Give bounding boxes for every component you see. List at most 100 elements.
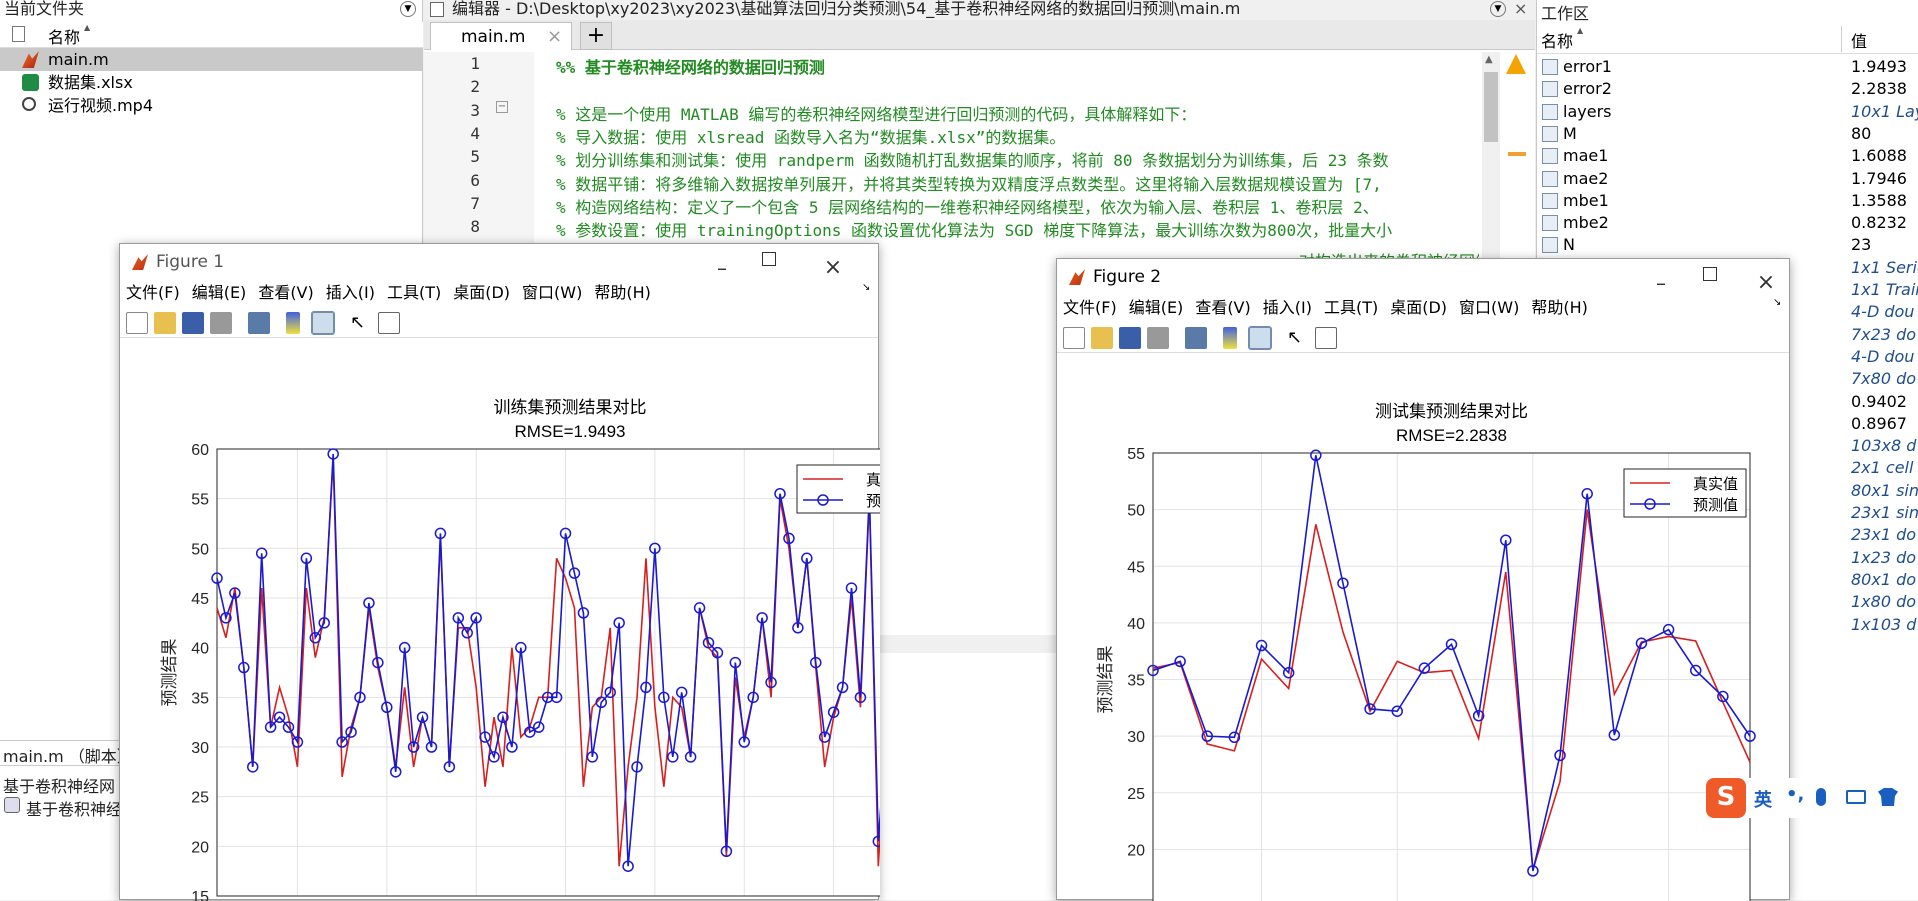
workspace-variable-row[interactable]: mbe1 1.3588 [1537,190,1918,212]
close-icon[interactable]: × [1514,0,1527,18]
ime-toolbar[interactable]: S 英 •, [1706,778,1918,818]
new-figure-icon[interactable] [1063,327,1085,349]
colorbar-icon[interactable] [286,312,300,334]
figure-menu-bar: 文件(F) 编辑(E) 查看(V) 插入(I) 工具(T) 桌面(D) 窗口(W) 帮助(H) [120,280,878,306]
code-line[interactable]: % 划分训练集和测试集：使用 randperm 函数随机打乱数据集的顺序，将前 … [556,147,1481,171]
figure-menu-item[interactable]: 桌面(D) [453,283,510,302]
property-inspector-icon[interactable] [378,312,400,334]
test-chart[interactable]: 5101520152025303540455055测试集预测结果对比RMSE=2… [1057,353,1791,901]
figure-menu-item[interactable]: 工具(T) [1324,298,1378,317]
variable-icon [1542,103,1558,120]
y-tick-label: 55 [191,492,209,509]
variable-value: 4-D dou [1851,302,1915,322]
video-file-icon [22,97,36,111]
add-tab-button[interactable]: + [580,22,612,50]
code-line[interactable]: %% 基于卷积神经网络的数据回归预测 [556,54,1481,78]
code-line[interactable]: % 构造网络结构：定义了一个包含 5 层网络结构的一维卷积神经网络模型，依次为输… [556,194,1481,218]
figure-menu-item[interactable]: 窗口(W) [1459,298,1519,317]
line-number: 3 [470,100,480,120]
file-row[interactable]: main.m [0,48,423,71]
figure-title-bar[interactable]: Figure 1 – × [120,244,878,280]
workspace-variable-row[interactable]: mae2 1.7946 [1537,168,1918,190]
property-inspector-icon[interactable] [1315,327,1337,349]
scroll-up-icon[interactable]: ▲ [1485,54,1493,65]
y-tick-label: 30 [1127,729,1145,746]
value-column-label[interactable]: 值 [1851,28,1867,52]
current-folder-column-header[interactable]: 名称 ▲ [0,22,423,48]
link-plot-icon[interactable] [1185,327,1207,349]
figure-menu-item[interactable]: 查看(V) [258,283,313,302]
legend-icon[interactable] [311,311,335,335]
figure-menu-item[interactable]: 编辑(E) [192,283,247,302]
variable-value: 1.6088 [1851,146,1907,166]
legend-icon[interactable] [1248,326,1272,350]
chart-subtitle: RMSE=2.2838 [1396,426,1507,445]
sogou-logo-icon[interactable]: S [1706,778,1746,818]
figure-title-bar[interactable]: Figure 2 – × [1057,259,1789,295]
open-file-icon[interactable] [1091,327,1113,349]
colorbar-icon[interactable] [1223,327,1237,349]
name-column-label[interactable]: 名称 [48,24,80,48]
figure-menu-item[interactable]: 桌面(D) [1390,298,1447,317]
y-tick-label: 15 [191,889,209,901]
tab-main-m[interactable]: main.m × [430,22,572,50]
figure-1-window[interactable]: Figure 1 – × 文件(F) 编辑(E) 查看(V) 插入(I) 工具(T) 桌面… [119,243,880,901]
figure-menu-item[interactable]: 插入(I) [1263,298,1312,317]
close-tab-icon[interactable]: × [547,23,562,51]
maximize-button[interactable] [762,252,776,266]
figure-menu-item[interactable]: 帮助(H) [594,283,651,302]
file-row[interactable]: 数据集.xlsx [0,71,423,94]
warning-icon[interactable] [1506,54,1526,74]
figure-menu-item[interactable]: 窗口(W) [522,283,582,302]
ime-punctuation-toggle[interactable]: •, [1786,784,1804,805]
skin-icon[interactable] [1878,788,1898,806]
variable-icon [1542,148,1558,165]
save-icon[interactable] [1119,327,1141,349]
expand-arrow-icon[interactable]: ↘ [862,282,870,293]
workspace-variable-row[interactable]: mae1 1.6088 [1537,145,1918,167]
microphone-icon[interactable] [1816,788,1826,806]
figure-menu-item[interactable]: 查看(V) [1195,298,1250,317]
code-line[interactable]: % 这是一个使用 MATLAB 编写的卷积神经网络模型进行回归预测的代码，具体解… [556,101,1481,125]
panel-menu-icon[interactable]: ▼ [400,1,416,17]
ime-language-toggle[interactable]: 英 [1754,786,1772,812]
workspace-variable-row[interactable]: error2 2.2838 [1537,78,1918,100]
maximize-button[interactable] [1703,267,1717,281]
figure-menu-item[interactable]: 编辑(E) [1129,298,1184,317]
code-line[interactable]: % 导入数据：使用 xlsread 函数导入名为“数据集.xlsx”的数据集。 [556,124,1481,148]
file-row[interactable]: 运行视频.mp4 [0,94,423,117]
expand-arrow-icon[interactable]: ↘ [1773,297,1781,308]
line-number: 6 [470,170,480,190]
code-line[interactable]: % 数据平铺：将多维输入数据按单列展开，并将其类型转换为双精度浮点数类型。这里将… [556,171,1481,195]
new-figure-icon[interactable] [126,312,148,334]
training-chart[interactable]: 102030405060708015202530354045505560训练集预… [120,338,880,901]
column-divider[interactable] [1841,26,1842,52]
scrollbar-thumb[interactable] [1484,72,1498,142]
figure-menu-item[interactable]: 工具(T) [387,283,441,302]
name-column-label[interactable]: 名称 [1541,28,1573,52]
code-line[interactable]: % 参数设置：使用 trainingOptions 函数设置优化算法为 SGD … [556,217,1481,241]
print-icon[interactable] [1147,327,1169,349]
workspace-variable-row[interactable]: M 80 [1537,123,1918,145]
link-plot-icon[interactable] [248,312,270,334]
figure-menu-item[interactable]: 帮助(H) [1531,298,1588,317]
print-icon[interactable] [210,312,232,334]
panel-menu-icon[interactable]: ▼ [1490,1,1506,17]
keyboard-icon[interactable] [1846,790,1866,804]
workspace-variable-row[interactable]: error1 1.9493 [1537,56,1918,78]
variable-name: layers [1563,101,1612,121]
pointer-icon[interactable]: ↖ [350,312,372,334]
figure-2-window[interactable]: Figure 2 – × 文件(F) 编辑(E) 查看(V) 插入(I) 工具(T) 桌面… [1056,258,1791,901]
workspace-variable-row[interactable]: layers 10x1 Layer [1537,101,1918,123]
figure-menu-item[interactable]: 文件(F) [1063,298,1117,317]
legend-label: 真实值 [1693,475,1738,493]
save-icon[interactable] [182,312,204,334]
code-fold-toggle[interactable]: − [496,101,508,113]
figure-menu-item[interactable]: 插入(I) [326,283,375,302]
code-analyzer-marker[interactable] [1508,152,1526,156]
open-file-icon[interactable] [154,312,176,334]
figure-menu-item[interactable]: 文件(F) [126,283,180,302]
workspace-variable-row[interactable]: N 23 [1537,234,1918,256]
workspace-variable-row[interactable]: mbe2 0.8232 [1537,212,1918,234]
pointer-icon[interactable]: ↖ [1287,327,1309,349]
